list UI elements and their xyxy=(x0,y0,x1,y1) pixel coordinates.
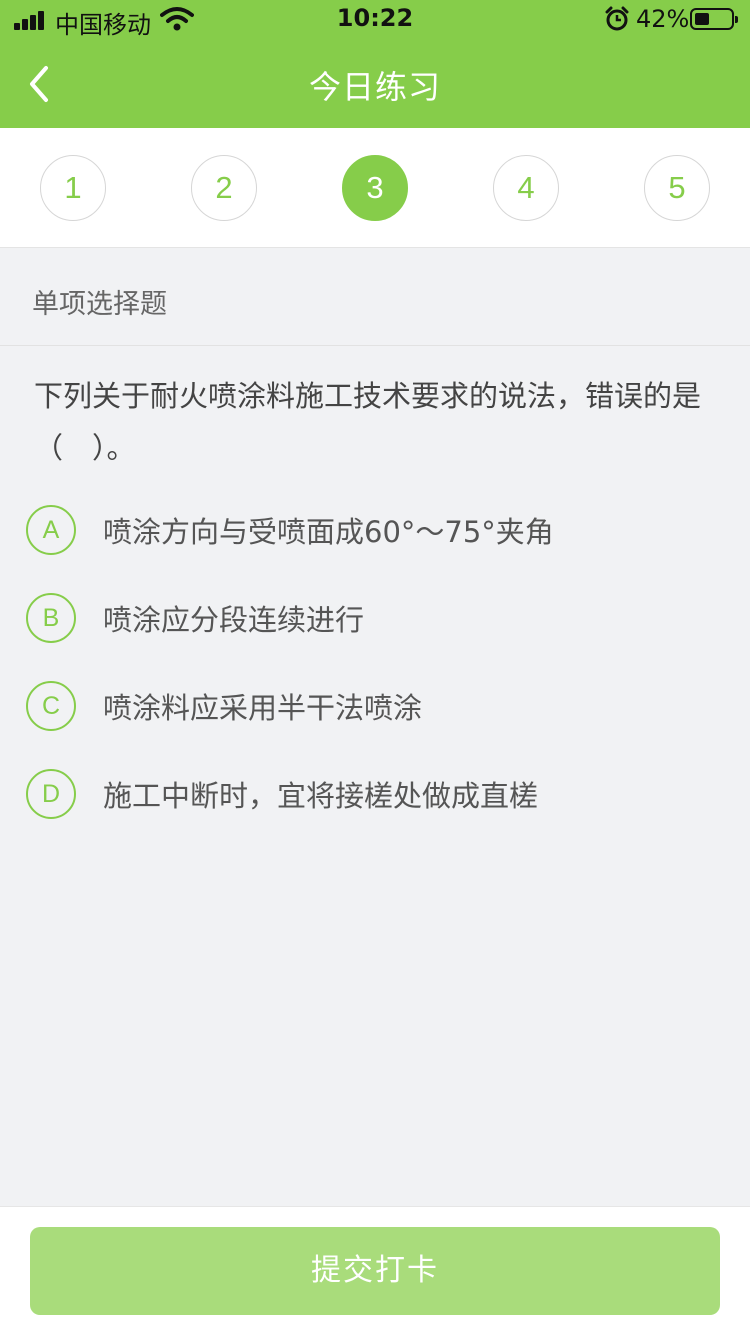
option-d[interactable]: D 施工中断时，宜将接槎处做成直槎 xyxy=(26,769,726,821)
option-letter-badge[interactable]: A xyxy=(26,505,76,555)
status-bar: 中国移动 10:22 42% xyxy=(0,0,750,40)
option-letter-badge[interactable]: B xyxy=(26,593,76,643)
option-letter-badge[interactable]: D xyxy=(26,769,76,819)
option-b[interactable]: B 喷涂应分段连续进行 xyxy=(26,593,726,645)
page-title: 今日练习 xyxy=(308,68,441,106)
step-4[interactable]: 4 xyxy=(493,155,559,221)
battery-percent: 42% xyxy=(636,5,690,33)
alarm-icon xyxy=(605,6,629,31)
question-stepper: 1 2 3 4 5 xyxy=(0,128,750,248)
step-3[interactable]: 3 xyxy=(342,155,408,221)
step-1[interactable]: 1 xyxy=(40,155,106,221)
step-5[interactable]: 5 xyxy=(644,155,710,221)
question-type-section: 单项选择题 xyxy=(0,248,750,346)
option-a[interactable]: A 喷涂方向与受喷面成60°～75°夹角 xyxy=(26,505,726,557)
submit-checkin-button[interactable]: 提交打卡 xyxy=(30,1227,720,1315)
option-c[interactable]: C 喷涂料应采用半干法喷涂 xyxy=(26,681,726,733)
battery-icon xyxy=(690,8,738,30)
option-text[interactable]: 喷涂料应采用半干法喷涂 xyxy=(103,685,422,727)
option-text[interactable]: 喷涂方向与受喷面成60°～75°夹角 xyxy=(103,509,554,551)
option-text[interactable]: 喷涂应分段连续进行 xyxy=(103,597,364,639)
question-type-label: 单项选择题 xyxy=(32,289,167,320)
option-text[interactable]: 施工中断时，宜将接槎处做成直槎 xyxy=(103,773,538,815)
option-letter-badge[interactable]: C xyxy=(26,681,76,731)
footer-bar: 提交打卡 xyxy=(0,1206,750,1334)
question-text: 下列关于耐火喷涂料施工技术要求的说法，错误的是（ ）。 xyxy=(34,379,702,465)
step-2[interactable]: 2 xyxy=(191,155,257,221)
top-bar: 中国移动 10:22 42% 今日练习 xyxy=(0,0,750,128)
